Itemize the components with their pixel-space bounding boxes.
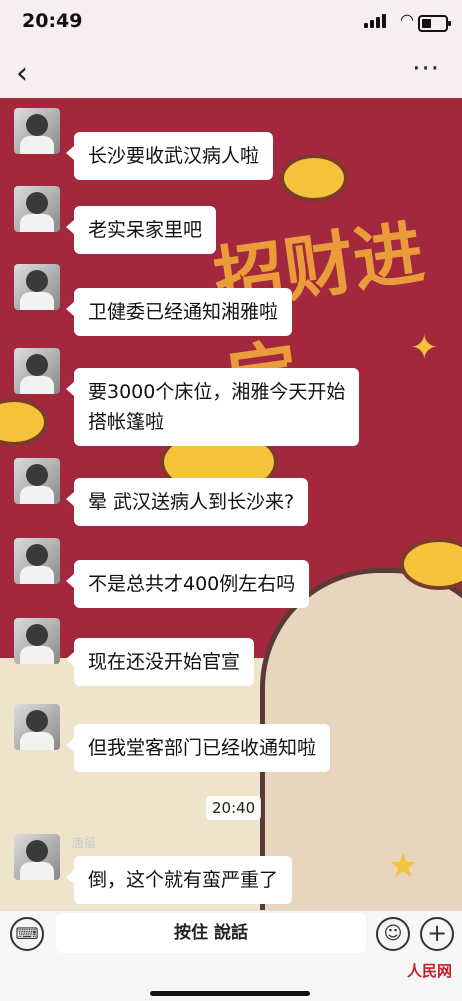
chat-nav-bar: ‹ ···: [0, 52, 462, 98]
message-bubble[interactable]: 倒，这个就有蛮严重了: [65, 856, 293, 904]
message-bubble[interactable]: 老实呆家里吧: [65, 206, 217, 254]
hold-to-talk-button[interactable]: 按住 說話: [56, 913, 366, 953]
watermark-logo: 人民网: [406, 962, 452, 980]
avatar[interactable]: [14, 704, 60, 750]
avatar[interactable]: [14, 186, 60, 232]
status-time: 20:49: [22, 10, 83, 32]
more-button[interactable]: ···: [412, 54, 440, 84]
avatar[interactable]: [14, 264, 60, 310]
gold-ingot-decoration: [0, 398, 48, 446]
message-bubble[interactable]: 卫健委已经通知湘雅啦: [65, 288, 293, 336]
message-bubble[interactable]: 长沙要收武汉病人啦: [65, 132, 274, 180]
more-dots-icon: ···: [412, 54, 440, 84]
message-bubble[interactable]: 现在还没开始官宣: [65, 638, 255, 686]
wifi-icon: ◠: [400, 10, 414, 29]
avatar[interactable]: [14, 348, 60, 394]
avatar[interactable]: [14, 538, 60, 584]
message-timestamp: 20:40: [206, 796, 262, 820]
sparkle-icon: ✦: [410, 328, 439, 368]
home-indicator[interactable]: [150, 991, 310, 996]
message-bubble[interactable]: 要3000个床位，湘雅今天开始 搭帐篷啦: [65, 368, 360, 446]
message-bubble[interactable]: 但我堂客部门已经收通知啦: [65, 724, 331, 772]
avatar[interactable]: [14, 618, 60, 664]
sender-nickname: 唐挺: [72, 836, 97, 850]
avatar[interactable]: [14, 108, 60, 154]
back-button[interactable]: ‹: [16, 56, 28, 91]
emoji-icon[interactable]: ☺: [376, 917, 410, 951]
status-bar: 20:49 ◠: [0, 0, 462, 52]
gold-ingot-decoration: [280, 154, 348, 202]
chat-area[interactable]: 招财进宝 ✦ ★ 长沙要收武汉病人啦 老实呆家里吧 卫健委已经通知湘雅啦 要30…: [0, 98, 462, 910]
signal-icon: [364, 14, 386, 28]
battery-icon: [418, 15, 451, 32]
keyboard-icon[interactable]: ⌨: [10, 917, 44, 951]
message-bubble[interactable]: 晕 武汉送病人到长沙来?: [65, 478, 309, 526]
sparkle-icon: ★: [388, 846, 419, 886]
avatar[interactable]: [14, 458, 60, 504]
avatar[interactable]: [14, 834, 60, 880]
chevron-left-icon: ‹: [16, 56, 28, 91]
plus-icon[interactable]: +: [420, 917, 454, 951]
message-bubble[interactable]: 不是总共才400例左右吗: [65, 560, 310, 608]
input-bar: ⌨ 按住 說話 ☺ +: [0, 910, 462, 1001]
